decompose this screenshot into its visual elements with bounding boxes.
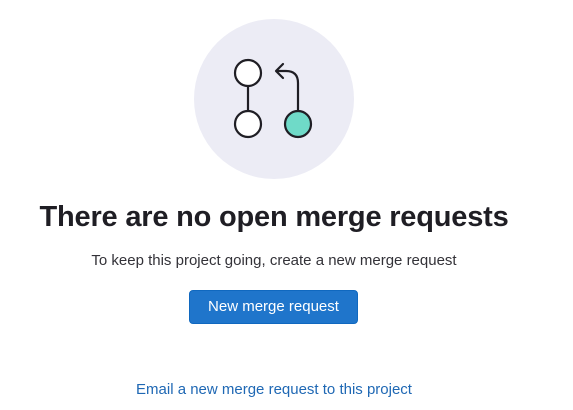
empty-state-description: To keep this project going, create a new… <box>91 252 457 269</box>
new-merge-request-button[interactable]: New merge request <box>189 290 358 324</box>
merge-request-illustration-svg <box>233 58 313 139</box>
email-merge-request-link[interactable]: Email a new merge request to this projec… <box>0 379 548 401</box>
merge-requests-empty-state: There are no open merge requests To keep… <box>0 0 573 410</box>
merge-request-icon <box>194 19 354 179</box>
empty-state-title: There are no open merge requests <box>39 201 509 233</box>
